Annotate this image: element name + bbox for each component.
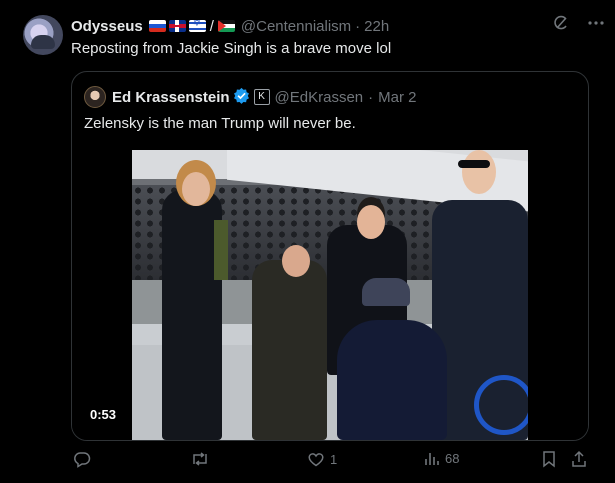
post-text: Reposting from Jackie Singh is a brave m… — [71, 40, 392, 57]
separator-dot: · — [368, 88, 374, 106]
views-count: 68 — [445, 450, 460, 466]
bookmark-icon — [541, 450, 557, 468]
quoted-author-handle: @EdKrassen — [274, 88, 364, 106]
verified-badge-icon — [233, 87, 250, 108]
like-count: 1 — [330, 451, 338, 467]
heart-icon — [307, 450, 325, 468]
repost-icon — [190, 450, 210, 468]
separator-dot: · — [355, 17, 361, 35]
quoted-post[interactable]: Ed Krassenstein K @EdKrassen · Mar 2 Zel… — [71, 71, 589, 441]
share-icon — [571, 450, 587, 468]
quoted-post-header: Ed Krassenstein K @EdKrassen · Mar 2 — [84, 86, 417, 108]
author-avatar[interactable] — [23, 15, 63, 55]
quoted-author-avatar — [84, 86, 106, 108]
post-actions-bar: 1 68 — [71, 450, 591, 472]
reply-icon — [73, 450, 91, 468]
flag-russia-icon — [148, 20, 166, 32]
flag-palestine-icon — [217, 20, 235, 32]
post-header: Odysseus / @Centennialism · 22h — [71, 16, 389, 36]
more-options-icon[interactable] — [587, 20, 605, 26]
reply-button[interactable] — [73, 450, 96, 468]
views-icon — [424, 450, 440, 466]
video-player[interactable]: 0:53 — [72, 150, 588, 440]
views-button[interactable]: 68 — [424, 450, 459, 466]
author-handle[interactable]: @Centennialism — [241, 18, 351, 35]
grok-icon[interactable] — [553, 15, 569, 31]
like-button[interactable]: 1 — [307, 450, 337, 468]
video-frame[interactable] — [132, 150, 528, 440]
repost-button[interactable] — [190, 450, 215, 468]
quoted-post-text: Zelensky is the man Trump will never be. — [84, 115, 356, 132]
bookmark-button[interactable] — [541, 450, 557, 468]
author-name[interactable]: Odysseus — [71, 18, 143, 35]
quoted-author-name: Ed Krassenstein — [112, 88, 230, 106]
share-button[interactable] — [571, 450, 587, 468]
flag-israel-icon — [188, 20, 206, 32]
post-top-actions — [553, 15, 605, 31]
flag-uk-icon — [168, 20, 186, 32]
flag-separator: / — [209, 17, 214, 35]
author-flags: / — [148, 17, 235, 35]
post-time[interactable]: 22h — [364, 18, 389, 35]
affiliate-badge-icon: K — [253, 89, 270, 105]
quoted-post-date: Mar 2 — [378, 88, 417, 106]
video-duration: 0:53 — [84, 405, 123, 424]
